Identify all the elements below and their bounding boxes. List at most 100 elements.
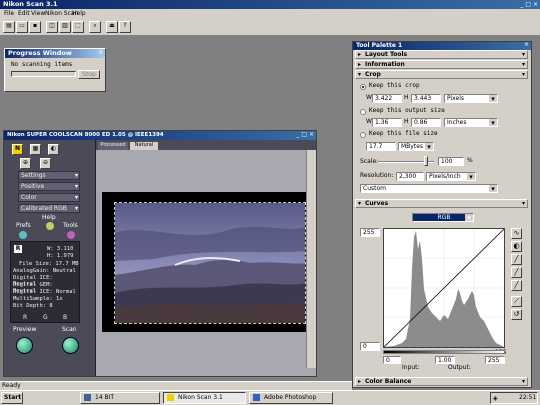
tray-icon[interactable]: ◈: [493, 395, 498, 402]
prefs-label: Prefs: [16, 222, 31, 229]
progress-bar: [11, 71, 76, 77]
system-tray: ◈ 22:51: [490, 392, 538, 404]
preview-button[interactable]: [16, 337, 33, 354]
zoom-icon[interactable]: ⌕: [89, 21, 101, 33]
palette-titlebar[interactable]: Tool Palette 1 ×: [353, 41, 531, 50]
rgb-g: G: [43, 314, 48, 321]
scale-input[interactable]: 100: [438, 157, 464, 166]
scanned-photo[interactable]: [114, 202, 306, 324]
crop-units-dropdown[interactable]: Pixels: [444, 94, 498, 103]
save-icon[interactable]: ▪: [29, 21, 41, 33]
open-icon[interactable]: ▭: [16, 21, 28, 33]
scale-slider-thumb[interactable]: [424, 156, 428, 166]
eyedropper-white-icon[interactable]: ╱: [511, 280, 522, 291]
crop-width-input[interactable]: 3.422: [372, 94, 402, 103]
stop-button[interactable]: Stop: [78, 70, 100, 79]
section-layout-tools[interactable]: ▸ Layout Tools ▾: [355, 50, 528, 59]
preview-area: Processed Natural: [96, 140, 316, 376]
window-buttons[interactable]: _ □ ×: [296, 131, 314, 138]
info-r-badge: R: [14, 245, 22, 253]
grid-icon[interactable]: ▦: [30, 144, 41, 155]
h-label: H: [404, 94, 409, 101]
curves-graph[interactable]: [383, 228, 505, 348]
resolution-input[interactable]: 2,300: [396, 172, 424, 181]
taskbar-item-nikon-scan[interactable]: Nikon Scan 3.1: [163, 392, 246, 404]
color-space-dropdown[interactable]: Calibrated RGB: [18, 204, 80, 213]
menu-edit[interactable]: Edit: [18, 10, 30, 17]
zoom-out-icon[interactable]: ⊖: [40, 158, 51, 169]
settings-dropdown[interactable]: Settings: [18, 171, 80, 180]
resolution-units-dropdown[interactable]: Pixels/Inch: [426, 172, 476, 181]
scanner-scrollbar[interactable]: [306, 150, 316, 368]
help-icon[interactable]: ?: [119, 21, 131, 33]
scale-label: Scale:: [360, 158, 379, 165]
section-information[interactable]: ▸ Information ▾: [355, 60, 528, 69]
keep-output-label: Keep this output size: [369, 107, 445, 114]
start-button[interactable]: Start: [1, 392, 23, 404]
auto-contrast-icon[interactable]: ⟋: [511, 296, 522, 307]
color-dropdown[interactable]: Color: [18, 193, 80, 202]
progress-titlebar[interactable]: Progress Window ×: [5, 49, 105, 58]
scan-info-panel: R W: 3.110 H: 1.979 File Size: 17.7 MB A…: [10, 241, 80, 323]
output-low-input[interactable]: 0: [360, 342, 380, 351]
output-height-input[interactable]: 0.86: [411, 118, 441, 127]
close-icon[interactable]: ×: [98, 49, 103, 56]
zoom-in-icon[interactable]: ⊕: [20, 158, 31, 169]
scan-button[interactable]: [62, 337, 79, 354]
new-icon[interactable]: ▤: [3, 21, 15, 33]
taskbar-item-14bit[interactable]: 14 BIT: [80, 392, 160, 404]
file-size-input[interactable]: 17.7: [366, 142, 396, 151]
app-title: Nikon Scan 3.1: [3, 0, 58, 8]
scan-label: Scan: [62, 326, 77, 333]
output-units-dropdown[interactable]: Inches: [444, 118, 498, 127]
output-width-input[interactable]: 1.36: [372, 118, 402, 127]
input-high-input[interactable]: 255: [485, 356, 505, 364]
window-buttons[interactable]: _ □ ×: [520, 1, 538, 8]
prefs-button[interactable]: [19, 231, 27, 239]
file-units-dropdown[interactable]: MBytes: [398, 142, 434, 151]
output-high-input[interactable]: 255: [360, 228, 380, 237]
tools-button[interactable]: [67, 231, 75, 239]
preset-dropdown[interactable]: Custom: [360, 184, 498, 193]
close-icon[interactable]: ×: [524, 41, 529, 48]
section-color-balance[interactable]: ▸ Color Balance ▾: [355, 377, 528, 386]
toolbar: ▤ ▭ ▪ ◫ ▥ ⬚ ⌕ ⏏ ?: [0, 19, 540, 36]
eyedropper-black-icon[interactable]: ╱: [511, 254, 522, 265]
contrast-icon[interactable]: ◐: [511, 241, 522, 252]
select-icon[interactable]: ⬚: [72, 21, 84, 33]
keep-file-radio[interactable]: [360, 132, 366, 138]
help-button[interactable]: [46, 222, 54, 230]
reset-icon[interactable]: ↺: [511, 309, 522, 320]
tab-natural[interactable]: Natural: [130, 142, 158, 150]
keep-crop-label: Keep this crop: [369, 82, 420, 89]
menu-help[interactable]: Help: [72, 10, 86, 17]
crop-height-input[interactable]: 3.443: [411, 94, 441, 103]
scan-icon[interactable]: ▥: [59, 21, 71, 33]
preview-icon[interactable]: ◫: [46, 21, 58, 33]
menu-view[interactable]: View: [31, 10, 45, 17]
gamma-input[interactable]: 1.00: [435, 356, 455, 364]
rgb-r: R: [23, 314, 28, 321]
positive-dropdown[interactable]: Positive: [18, 182, 80, 191]
input-low-input[interactable]: 0: [383, 356, 401, 364]
eject-icon[interactable]: ⏏: [106, 21, 118, 33]
keep-output-radio[interactable]: [360, 109, 366, 115]
section-crop[interactable]: ▾ Crop ▾: [355, 70, 528, 79]
eyedropper-gray-icon[interactable]: ╱: [511, 267, 522, 278]
taskbar-item-photoshop[interactable]: Adobe Photoshop: [249, 392, 333, 404]
clock: 22:51: [519, 394, 537, 401]
info-width: W: 3.110: [47, 246, 74, 252]
section-curves[interactable]: ▾ Curves ▾: [355, 199, 528, 208]
menu-file[interactable]: File: [4, 10, 14, 17]
app-icon: [167, 394, 174, 401]
keep-crop-radio[interactable]: [360, 84, 366, 90]
mask-icon[interactable]: ◐: [48, 144, 59, 155]
output-label: Output:: [448, 364, 471, 371]
info-digital-ice-mode: Digital ICE: Normal: [13, 289, 76, 295]
curve-icon[interactable]: ∿: [511, 228, 522, 239]
tab-processed[interactable]: Processed: [98, 142, 128, 150]
nikon-logo: N: [12, 144, 23, 155]
scanner-titlebar[interactable]: Nikon SUPER COOLSCAN 8000 ED 1.05 @ IEEE…: [4, 131, 316, 140]
channel-dropdown[interactable]: RGB: [412, 213, 474, 222]
input-slider[interactable]: [383, 350, 505, 354]
